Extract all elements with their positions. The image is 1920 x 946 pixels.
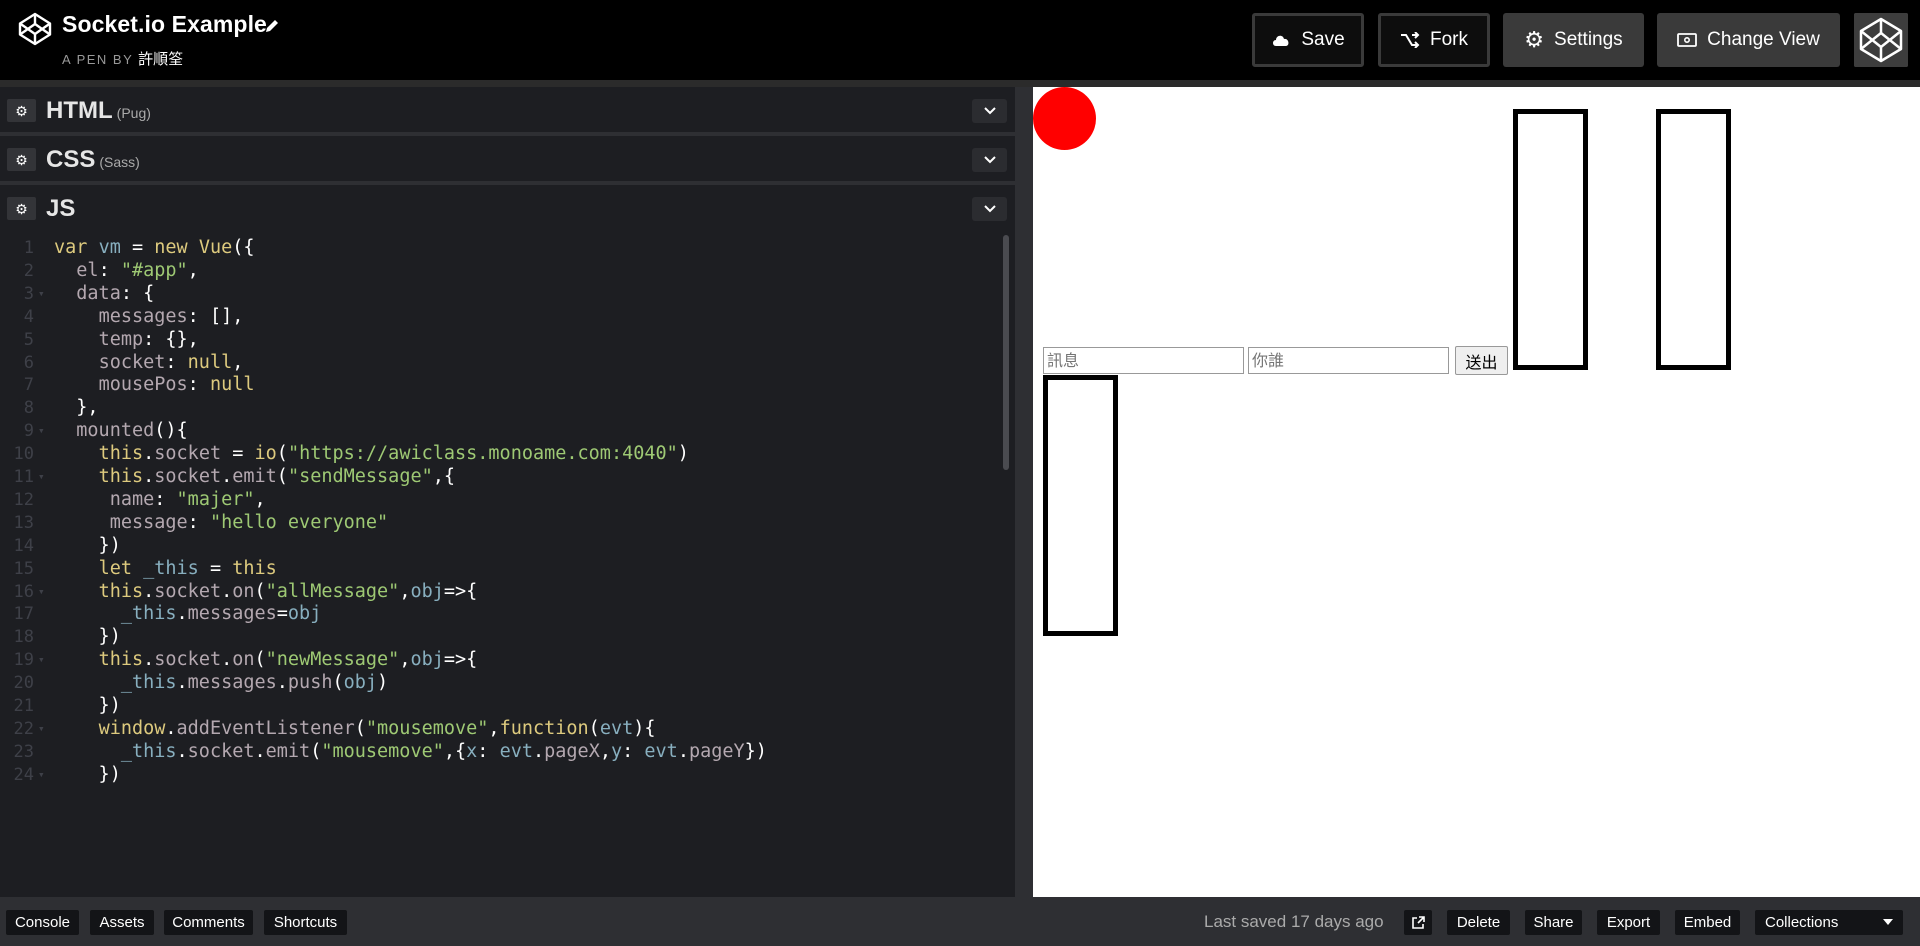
codepen-logo-icon[interactable] (18, 12, 52, 46)
console-button[interactable]: Console (6, 910, 79, 935)
gear-icon: ⚙ (1524, 27, 1545, 52)
css-editor-header[interactable]: ⚙ CSS (Sass) (0, 136, 1015, 181)
code-line[interactable]: 24 ▾ }) (0, 761, 1000, 789)
html-editor-title: HTML (Pug) (46, 97, 151, 125)
message-box (1513, 109, 1588, 370)
change-view-label: Change View (1707, 29, 1820, 50)
message-box (1656, 109, 1731, 370)
send-button[interactable]: 送出 (1455, 346, 1508, 375)
code-scrollbar[interactable] (1003, 235, 1009, 470)
pen-by-label: A PEN BY (62, 52, 134, 67)
settings-label: Settings (1554, 29, 1623, 50)
html-collapse-chevron-down-icon[interactable] (972, 99, 1007, 123)
message-box (1043, 375, 1118, 636)
js-editor-label: JS (46, 195, 76, 222)
css-settings-gear-icon[interactable]: ⚙ (7, 148, 36, 171)
collections-dropdown[interactable]: Collections (1755, 910, 1903, 935)
open-external-icon[interactable] (1404, 910, 1432, 935)
css-preprocessor-label: (Sass) (99, 154, 140, 170)
js-collapse-chevron-down-icon[interactable] (972, 197, 1007, 221)
shortcuts-button[interactable]: Shortcuts (264, 910, 347, 935)
save-button[interactable]: Save (1252, 13, 1364, 67)
fork-icon (1401, 32, 1420, 48)
js-settings-gear-icon[interactable]: ⚙ (7, 197, 36, 220)
cursor-dot (1033, 87, 1096, 150)
cloud-icon (1273, 35, 1289, 46)
caret-down-icon (1883, 919, 1893, 925)
pen-byline: A PEN BY 許順筌 (62, 48, 183, 69)
bottom-toolbar: Console Assets Comments Shortcuts Last s… (0, 897, 1920, 946)
pen-author[interactable]: 許順筌 (138, 51, 183, 68)
css-collapse-chevron-down-icon[interactable] (972, 148, 1007, 172)
header-divider (0, 80, 1920, 87)
html-preprocessor-label: (Pug) (116, 105, 151, 121)
html-editor-header[interactable]: ⚙ HTML (Pug) (0, 87, 1015, 132)
html-settings-gear-icon[interactable]: ⚙ (7, 99, 36, 122)
result-preview: 送出 (1033, 87, 1920, 897)
fork-button[interactable]: Fork (1378, 13, 1490, 67)
embed-button[interactable]: Embed (1675, 910, 1740, 935)
name-input[interactable] (1248, 347, 1449, 374)
html-editor-label: HTML (46, 97, 113, 124)
js-editor-title: JS (46, 195, 75, 223)
pane-resize-handle[interactable] (1015, 87, 1033, 897)
pen-title[interactable]: Socket.io Example (62, 11, 267, 38)
message-input[interactable] (1043, 347, 1244, 374)
line-number: 24 (13, 764, 34, 785)
fork-label: Fork (1430, 29, 1468, 50)
delete-button[interactable]: Delete (1447, 910, 1510, 935)
comments-button[interactable]: Comments (164, 910, 253, 935)
code-text: }) (54, 763, 121, 785)
js-code-editor[interactable]: 1 var vm = new Vue({2 el: "#app", 3 ▾ data:… (0, 232, 1015, 897)
editor-panel: ⚙ HTML (Pug) ⚙ CSS (Sass) ⚙ JS 1 var vm … (0, 87, 1015, 897)
share-button[interactable]: Share (1525, 910, 1582, 935)
assets-button[interactable]: Assets (90, 910, 154, 935)
settings-button[interactable]: ⚙ Settings (1503, 13, 1644, 67)
js-editor-header[interactable]: ⚙ JS (0, 185, 1015, 230)
export-button[interactable]: Export (1597, 910, 1660, 935)
css-editor-title: CSS (Sass) (46, 146, 140, 174)
css-editor-label: CSS (46, 146, 96, 173)
layout-icon (1677, 33, 1698, 47)
last-saved-status: Last saved 17 days ago (1204, 912, 1384, 931)
user-avatar[interactable] (1854, 13, 1908, 67)
collections-label: Collections (1765, 914, 1839, 931)
fold-caret-icon[interactable]: ▾ (38, 761, 45, 789)
top-header: Socket.io Example A PEN BY 許順筌 Save Fork… (0, 0, 1920, 80)
change-view-button[interactable]: Change View (1657, 13, 1840, 67)
save-label: Save (1301, 29, 1345, 50)
edit-pencil-icon[interactable] (263, 17, 281, 35)
